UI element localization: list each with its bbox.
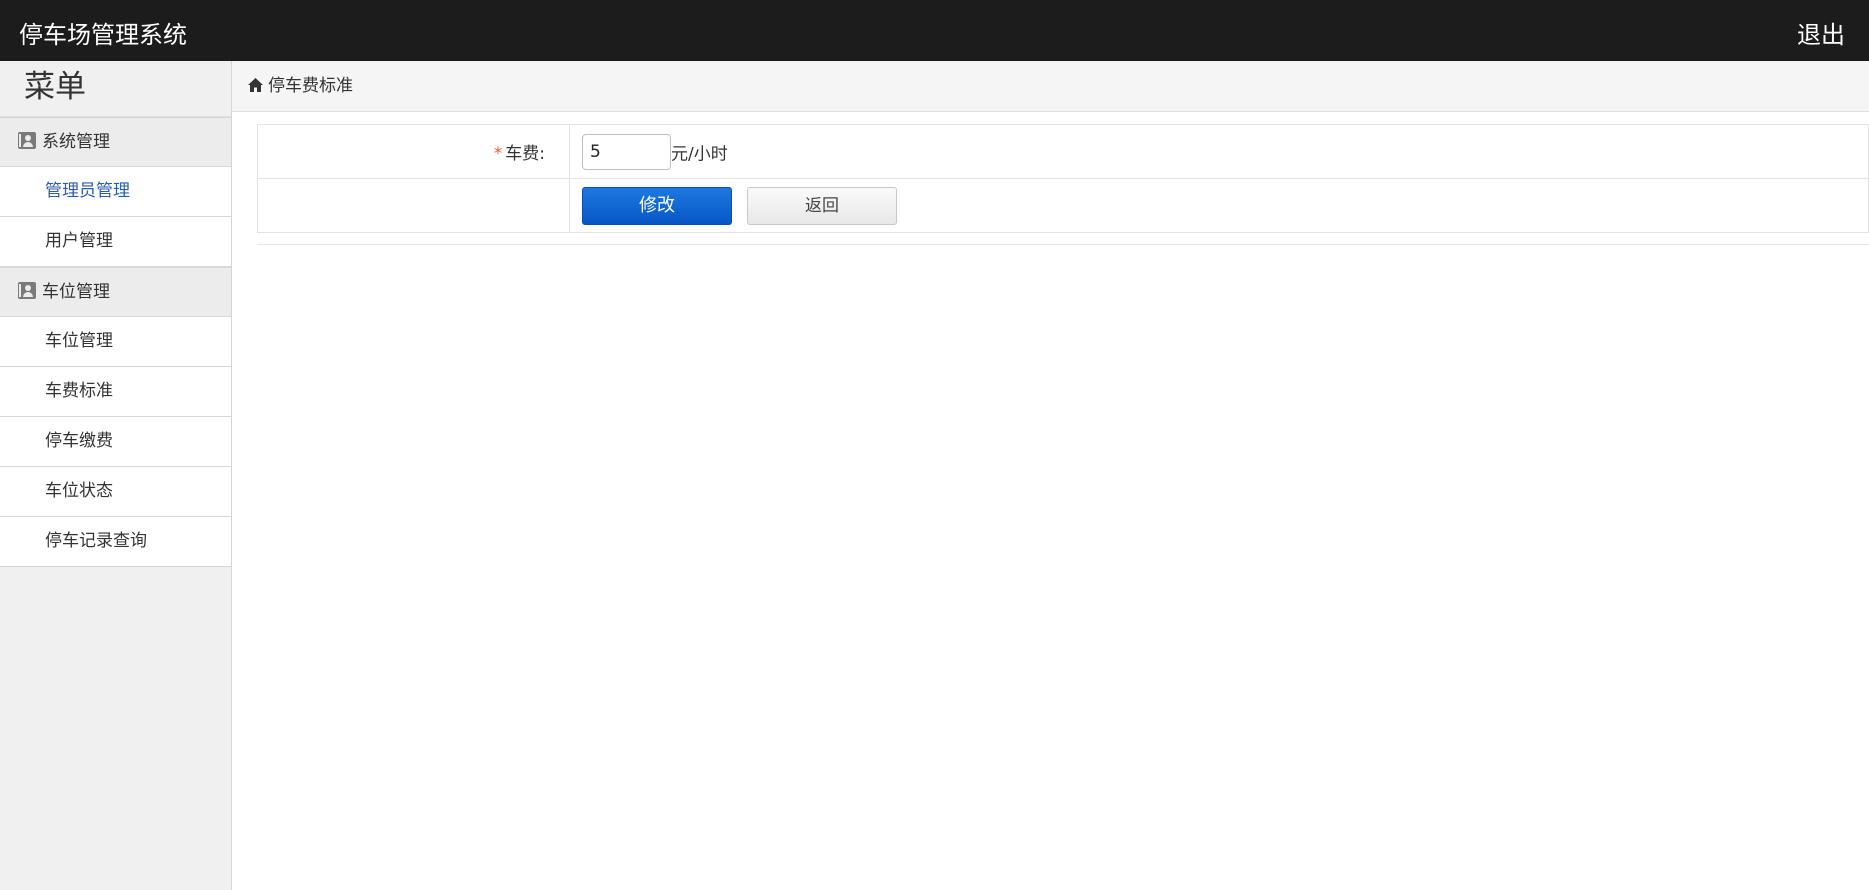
actions-label-cell	[257, 178, 570, 233]
sidebar-item-parking-payment[interactable]: 停车缴费	[0, 417, 231, 467]
sidebar-item-admin-management[interactable]: 管理员管理	[0, 167, 231, 217]
breadcrumb: 停车费标准	[232, 61, 1869, 112]
back-button[interactable]: 返回	[747, 186, 897, 225]
sidebar-group-label: 车位管理	[42, 282, 110, 302]
actions-cell: 修改 返回	[569, 178, 1869, 233]
fee-input[interactable]	[582, 133, 671, 170]
top-bar: 停车场管理系统 退出	[0, 0, 1869, 61]
actions-row: 修改 返回	[257, 178, 1869, 233]
sidebar-item-parking-records[interactable]: 停车记录查询	[0, 517, 231, 567]
menu-title: 菜单	[0, 61, 231, 117]
modify-button[interactable]: 修改	[582, 186, 732, 225]
main-content: 停车费标准 *车费: 元/小时 修改返回	[232, 61, 1869, 890]
fee-label: 车费:	[505, 144, 545, 164]
home-icon	[248, 78, 263, 92]
sidebar: 菜单 系统管理 管理员管理 用户管理 车位管理 车位管理 车费标准 停车缴费 车…	[0, 61, 232, 890]
sidebar-item-space-management[interactable]: 车位管理	[0, 317, 231, 367]
form-table: *车费: 元/小时 修改返回	[257, 124, 1869, 233]
breadcrumb-label: 停车费标准	[268, 76, 353, 96]
sidebar-group-label: 系统管理	[42, 132, 110, 152]
contact-card-icon	[18, 132, 36, 149]
sidebar-group-parking[interactable]: 车位管理	[0, 267, 231, 317]
fee-form: *车费: 元/小时 修改返回	[257, 124, 1869, 245]
sidebar-group-system[interactable]: 系统管理	[0, 117, 231, 167]
fee-row: *车费: 元/小时	[257, 124, 1869, 179]
logout-link[interactable]: 退出	[1797, 15, 1845, 50]
sidebar-item-space-status[interactable]: 车位状态	[0, 467, 231, 517]
fee-unit: 元/小时	[671, 144, 728, 164]
sidebar-item-user-management[interactable]: 用户管理	[0, 217, 231, 267]
fee-value-cell: 元/小时	[569, 124, 1869, 179]
sidebar-item-fee-standard[interactable]: 车费标准	[0, 367, 231, 417]
fee-label-cell: * 车费:	[257, 124, 570, 179]
required-mark: *	[493, 144, 503, 164]
app-title: 停车场管理系统	[19, 21, 187, 49]
contact-card-icon	[18, 282, 36, 299]
